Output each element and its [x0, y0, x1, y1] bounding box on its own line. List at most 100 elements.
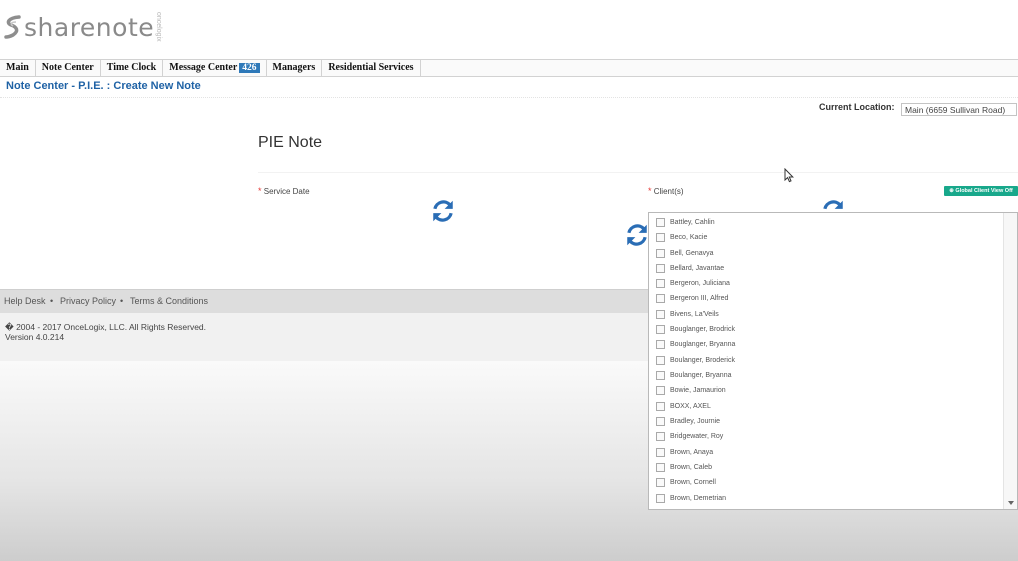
- client-name: Bouglanger, Brodrick: [670, 325, 735, 333]
- client-name: Brown, Anaya: [670, 448, 714, 456]
- list-item[interactable]: Brown, Cornell: [656, 475, 716, 489]
- client-checkbox[interactable]: [656, 401, 665, 411]
- page-title: Note Center - P.I.E. : Create New Note: [6, 80, 201, 92]
- list-item[interactable]: Bivens, La'Veils: [656, 307, 719, 321]
- terms-conditions-link[interactable]: Terms & Conditions: [130, 290, 208, 313]
- list-item[interactable]: Brown, Anaya: [656, 445, 713, 459]
- client-dropdown-list[interactable]: Battley, Cahlin Beco, Kacie Bell, Genavy…: [648, 212, 1018, 510]
- required-mark: *: [258, 186, 262, 196]
- required-mark: *: [648, 186, 652, 196]
- nav-item-label: Managers: [272, 62, 316, 73]
- client-name: Bouglanger, Bryanna: [670, 340, 736, 348]
- client-name: Boulanger, Bryanna: [670, 371, 732, 379]
- client-checkbox[interactable]: [656, 477, 665, 487]
- client-checkbox[interactable]: [656, 355, 665, 365]
- version-text: Version 4.0.214: [5, 332, 65, 342]
- client-name: Bellard, Javantae: [670, 264, 725, 272]
- client-checkbox[interactable]: [656, 248, 665, 258]
- main-nav: Main Note Center Time Clock Message Cent…: [0, 59, 1018, 77]
- client-name: Battley, Cahlin: [670, 218, 715, 226]
- client-name: Bridgewater, Roy: [670, 432, 724, 440]
- refresh-icon: [627, 224, 647, 246]
- list-item[interactable]: Bergeron III, Alfred: [656, 291, 728, 305]
- list-item[interactable]: Beco, Kacie: [656, 230, 707, 244]
- client-name: Bradley, Journie: [670, 417, 721, 425]
- list-item[interactable]: Boulanger, Bryanna: [656, 368, 732, 382]
- client-checkbox[interactable]: [656, 339, 665, 349]
- client-checkbox[interactable]: [656, 263, 665, 273]
- nav-item-time-clock[interactable]: Time Clock: [101, 60, 164, 76]
- client-checkbox[interactable]: [656, 493, 665, 503]
- nav-item-note-center[interactable]: Note Center: [36, 60, 101, 76]
- nav-item-label: Note Center: [41, 62, 94, 73]
- clients-label: * Client(s): [648, 186, 684, 196]
- logo-text: sharenote: [24, 12, 155, 42]
- logo[interactable]: sharenote oncelogix: [4, 12, 162, 42]
- footer-separator: •: [120, 296, 124, 306]
- refresh-icon: [433, 200, 453, 222]
- nav-item-managers[interactable]: Managers: [267, 60, 323, 76]
- footer-separator: •: [50, 296, 54, 306]
- help-desk-link[interactable]: Help Desk: [4, 290, 46, 313]
- dropdown-scrollbar[interactable]: [1003, 213, 1017, 509]
- client-checkbox[interactable]: [656, 385, 665, 395]
- list-item[interactable]: Bellard, Javantae: [656, 261, 724, 275]
- client-checkbox[interactable]: [656, 278, 665, 288]
- list-item[interactable]: Bowie, Jamaurion: [656, 383, 726, 397]
- list-item[interactable]: Boulanger, Broderick: [656, 353, 735, 367]
- client-checkbox[interactable]: [656, 462, 665, 472]
- client-checkbox[interactable]: [656, 416, 665, 426]
- client-name: Bivens, La'Veils: [670, 310, 719, 318]
- list-item[interactable]: Battley, Cahlin: [656, 215, 715, 229]
- service-date-label-text: Service Date: [263, 187, 310, 196]
- nav-item-label: Main: [6, 62, 29, 73]
- scroll-down-arrow-icon[interactable]: [1008, 501, 1014, 505]
- client-checkbox[interactable]: [656, 232, 665, 242]
- client-name: Beco, Kacie: [670, 233, 708, 241]
- clients-label-text: Client(s): [653, 187, 684, 196]
- current-location-select[interactable]: Main (6659 Sullivan Road): [901, 103, 1017, 116]
- list-item[interactable]: Bell, Genavya: [656, 246, 714, 260]
- client-name: Bell, Genavya: [670, 249, 714, 257]
- nav-item-message-center[interactable]: Message Center 426: [163, 60, 267, 76]
- list-item[interactable]: Bouglanger, Bryanna: [656, 337, 735, 351]
- client-name: Bergeron, Juliciana: [670, 279, 730, 287]
- client-name: Boulanger, Broderick: [670, 356, 735, 364]
- privacy-policy-link[interactable]: Privacy Policy: [60, 290, 116, 313]
- list-item[interactable]: BOXX, AXEL: [656, 399, 711, 413]
- client-name: Brown, Cornell: [670, 478, 716, 486]
- nav-item-label: Residential Services: [328, 62, 414, 73]
- client-name: Brown, Caleb: [670, 463, 713, 471]
- divider: [258, 172, 1018, 173]
- sharenote-logo-icon: [4, 15, 21, 39]
- global-client-view-button[interactable]: ⊕ Global Client View Off: [944, 186, 1018, 196]
- nav-item-label: Time Clock: [106, 62, 157, 73]
- divider: [0, 97, 1018, 98]
- client-name: Brown, Demetrian: [670, 494, 727, 502]
- nav-item-main[interactable]: Main: [0, 60, 36, 76]
- client-checkbox[interactable]: [656, 324, 665, 334]
- list-item[interactable]: Bridgewater, Roy: [656, 429, 723, 443]
- service-date-label: * Service Date: [258, 186, 310, 196]
- client-checkbox[interactable]: [656, 370, 665, 380]
- form-heading: PIE Note: [258, 134, 323, 151]
- list-item[interactable]: Bergeron, Juliciana: [656, 276, 730, 290]
- nav-item-residential-services[interactable]: Residential Services: [322, 60, 421, 76]
- logo-subtext: oncelogix: [155, 12, 163, 42]
- current-location-label: Current Location:: [819, 102, 895, 112]
- list-item[interactable]: Bouglanger, Brodrick: [656, 322, 735, 336]
- client-checkbox[interactable]: [656, 217, 665, 227]
- client-checkbox[interactable]: [656, 293, 665, 303]
- mouse-cursor-icon: [784, 168, 794, 183]
- message-count-badge: 426: [239, 63, 260, 73]
- client-checkbox[interactable]: [656, 309, 665, 319]
- list-item[interactable]: Brown, Caleb: [656, 460, 712, 474]
- client-checkbox[interactable]: [656, 431, 665, 441]
- list-item[interactable]: Bradley, Journie: [656, 414, 720, 428]
- nav-item-label: Message Center: [169, 62, 238, 73]
- client-name: Bergeron III, Alfred: [670, 294, 729, 302]
- client-checkbox[interactable]: [656, 447, 665, 457]
- list-item[interactable]: Brown, Demetrian: [656, 491, 726, 505]
- client-name: BOXX, AXEL: [670, 402, 711, 410]
- client-name: Bowie, Jamaurion: [670, 386, 726, 394]
